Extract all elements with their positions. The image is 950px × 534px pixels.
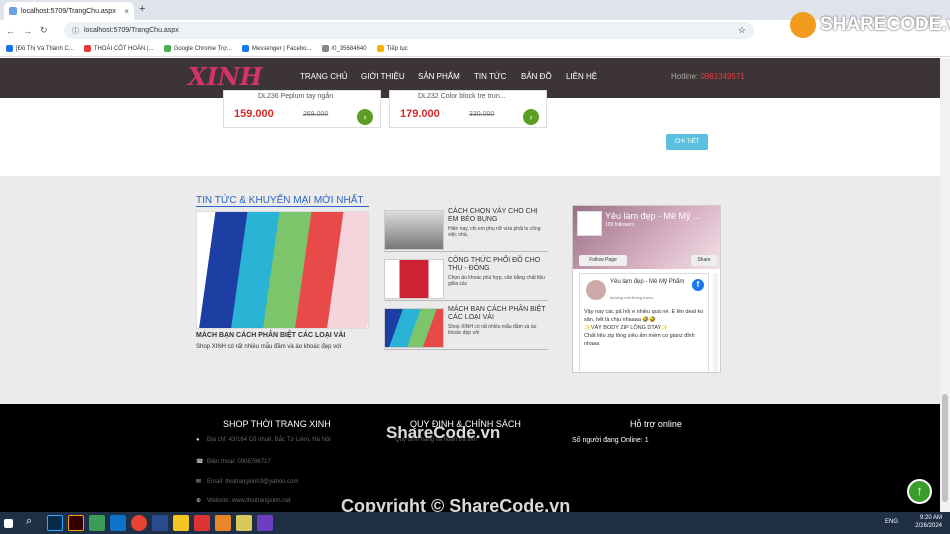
footer-support-title: Hỗ trợ online (630, 419, 682, 429)
post-author[interactable]: Yêu làm đẹp - Mê Mỹ Phẩm (610, 279, 684, 285)
clock[interactable]: 9:20 AM 2/26/2024 (915, 514, 942, 530)
bookmark-item[interactable]: Tiếp tục (376, 44, 408, 52)
bookmarks-bar: [Đồ Thị Và Thành C... THOÁI CỐT HOÀN |..… (0, 41, 950, 57)
map-marker-icon: ● (196, 437, 200, 443)
news-item-desc: Hiện nay, chị em phụ nữ vừa phải lo công… (448, 226, 541, 238)
forward-icon[interactable]: → (23, 26, 32, 36)
bookmark-item[interactable]: THOÁI CỐT HOÀN |... (83, 44, 154, 52)
facebook-post[interactable]: Yêu làm đẹp - Mê Mỹ Phẩm khoảng một thán… (579, 273, 709, 372)
post-time: khoảng một tháng trước (610, 295, 653, 300)
visual-studio-icon[interactable] (257, 515, 273, 531)
windows-start-icon[interactable] (4, 518, 13, 528)
share-button[interactable]: Share (691, 255, 717, 266)
product-old-price: 269.000 (303, 111, 329, 118)
featured-news-desc: Shop XINH có rất nhiều mẫu đầm và áo kho… (196, 344, 342, 350)
app-icon[interactable] (152, 515, 168, 531)
favicon-icon (9, 7, 17, 15)
news-item[interactable]: CÔNG THỨC PHỐI ĐỒ CHO THU - ĐÔNG Chọn áo… (384, 257, 548, 301)
news-item[interactable]: MÁCH BẠN CÁCH PHÂN BIỆT CÁC LOẠI VẢI Sho… (384, 306, 548, 350)
taskbar: ⌕ ENG 9:20 AM 2/26/2024 (0, 512, 950, 534)
bookmark-item[interactable]: Messenger | Facebo... (241, 44, 312, 52)
facebook-page-name[interactable]: Yêu làm đẹp - Mê Mỹ ... (605, 211, 701, 221)
footer-address: ● Địa chỉ: 43/164 Cổ nhuế, Bắc Từ Liêm, H… (196, 437, 331, 443)
facebook-followers: 109 followers (605, 222, 635, 228)
chrome-icon[interactable] (131, 515, 147, 531)
photoshop-icon[interactable] (47, 515, 63, 531)
nav-item-products[interactable]: SẢN PHẨM (418, 72, 460, 81)
news-thumbnail[interactable] (384, 259, 444, 299)
scroll-to-top-icon[interactable]: ↑ (907, 479, 932, 504)
bookmark-item[interactable]: [Đồ Thị Và Thành C... (6, 44, 74, 52)
hotline: Hotline: 0981349571 (671, 72, 745, 81)
footer-shop-title: SHOP THỜI TRANG XINH (223, 419, 331, 429)
news-item-title[interactable]: CÁCH CHỌN VÁY CHO CHỊ EM BÉO BỤNG (448, 208, 548, 224)
news-item-title[interactable]: CÔNG THỨC PHỐI ĐỒ CHO THU - ĐÔNG (448, 257, 548, 273)
illustrator-icon[interactable] (68, 515, 84, 531)
featured-news-image[interactable] (196, 211, 369, 329)
watermark-text: ShareCode.vn (386, 423, 501, 442)
sharecode-logo: SHARECODE.vn (790, 12, 950, 38)
news-item-desc: Shop XINH có rất nhiều mẫu đầm và áo kho… (448, 324, 537, 336)
featured-news-title[interactable]: MÁCH BẠN CÁCH PHÂN BIỆT CÁC LOẠI VẢI (196, 332, 345, 339)
news-item[interactable]: CÁCH CHỌN VÁY CHO CHỊ EM BÉO BỤNG Hiện n… (384, 208, 548, 252)
app-icon[interactable] (89, 515, 105, 531)
bookmark-item[interactable]: /0_35684640 (321, 44, 367, 52)
news-thumbnail[interactable] (384, 210, 444, 250)
search-icon[interactable]: ⌕ (26, 515, 42, 531)
reload-icon[interactable]: ↻ (40, 25, 48, 36)
browser-tab[interactable]: localhost:5709/TrangChu.aspx × (4, 2, 134, 20)
language-indicator[interactable]: ENG (885, 519, 898, 525)
app-icon[interactable] (236, 515, 252, 531)
nav-item-news[interactable]: TIN TỨC (474, 72, 506, 81)
new-tab-icon[interactable]: + (139, 3, 145, 15)
phone-icon: ☎ (196, 459, 204, 465)
bookmark-item[interactable]: Google Chrome Trợ... (163, 44, 232, 52)
app-icon[interactable] (215, 515, 231, 531)
facebook-page-widget[interactable]: Yêu làm đẹp - Mê Mỹ ... 109 followers Fo… (572, 205, 721, 373)
url-field[interactable]: ⓘ localhost:5709/TrangChu.aspx ☆ (64, 22, 754, 39)
product-old-price: 330.000 (469, 111, 495, 118)
product-name[interactable]: DL232 Color block tre trun... (418, 93, 506, 100)
news-item-desc: Chọn áo khoác phù hợp, cân bằng chất liệ… (448, 275, 545, 287)
vscode-icon[interactable] (110, 515, 126, 531)
follow-page-button[interactable]: Follow Page (579, 255, 627, 266)
news-section-title: TIN TỨC & KHUYẾN MẠI MỚI NHẤT (196, 195, 364, 206)
facebook-page-avatar[interactable] (577, 211, 602, 236)
footer-phone: ☎ Điện thoại: 0908786717 (196, 459, 271, 465)
post-body: Vậy nay các pả hỏi e nhiều quá nè. E lên… (584, 309, 704, 347)
detail-button[interactable]: CHI TIẾT (666, 134, 708, 150)
bookmark-star-icon[interactable]: ☆ (738, 25, 746, 36)
tab-title: localhost:5709/TrangChu.aspx (21, 7, 116, 15)
file-explorer-icon[interactable] (173, 515, 189, 531)
site-logo[interactable]: XINH (188, 62, 262, 91)
nav-item-contact[interactable]: LIÊN HỆ (566, 72, 597, 81)
chevron-right-icon[interactable]: › (523, 109, 539, 125)
facebook-icon: f (692, 279, 704, 291)
widget-scrollbar[interactable] (713, 273, 718, 372)
nav-item-home[interactable]: TRANG CHỦ (300, 72, 348, 81)
mail-icon: ✉ (196, 479, 202, 485)
divider (196, 206, 369, 207)
post-avatar (586, 280, 606, 300)
nav-item-about[interactable]: GIỚI THIỆU (361, 72, 405, 81)
nav-item-map[interactable]: BẢN ĐỒ (521, 72, 552, 81)
footer-email: ✉ Email: thoitrangxinh3@yahoo.com (196, 479, 299, 485)
back-icon[interactable]: ← (6, 26, 15, 36)
close-icon[interactable]: × (124, 7, 129, 16)
product-price: 159.000 (234, 108, 274, 120)
globe-icon: ⊕ (196, 498, 202, 504)
url-text: localhost:5709/TrangChu.aspx (84, 27, 179, 34)
product-price: 179.000 (400, 108, 440, 120)
sharecode-logo-icon (790, 12, 816, 38)
chevron-right-icon[interactable]: › (357, 109, 373, 125)
product-name[interactable]: DL236 Peplum tay ngắn (258, 93, 333, 100)
info-icon[interactable]: ⓘ (72, 26, 79, 36)
app-icon[interactable] (194, 515, 210, 531)
news-item-title[interactable]: MÁCH BẠN CÁCH PHÂN BIỆT CÁC LOẠI VẢI (448, 306, 548, 322)
scrollbar-thumb[interactable] (942, 394, 948, 502)
footer-website: ⊕ Website: www.thoitrangxinh.net (196, 498, 291, 504)
news-thumbnail[interactable] (384, 308, 444, 348)
online-counter: Số người đang Online: 1 (572, 437, 649, 444)
